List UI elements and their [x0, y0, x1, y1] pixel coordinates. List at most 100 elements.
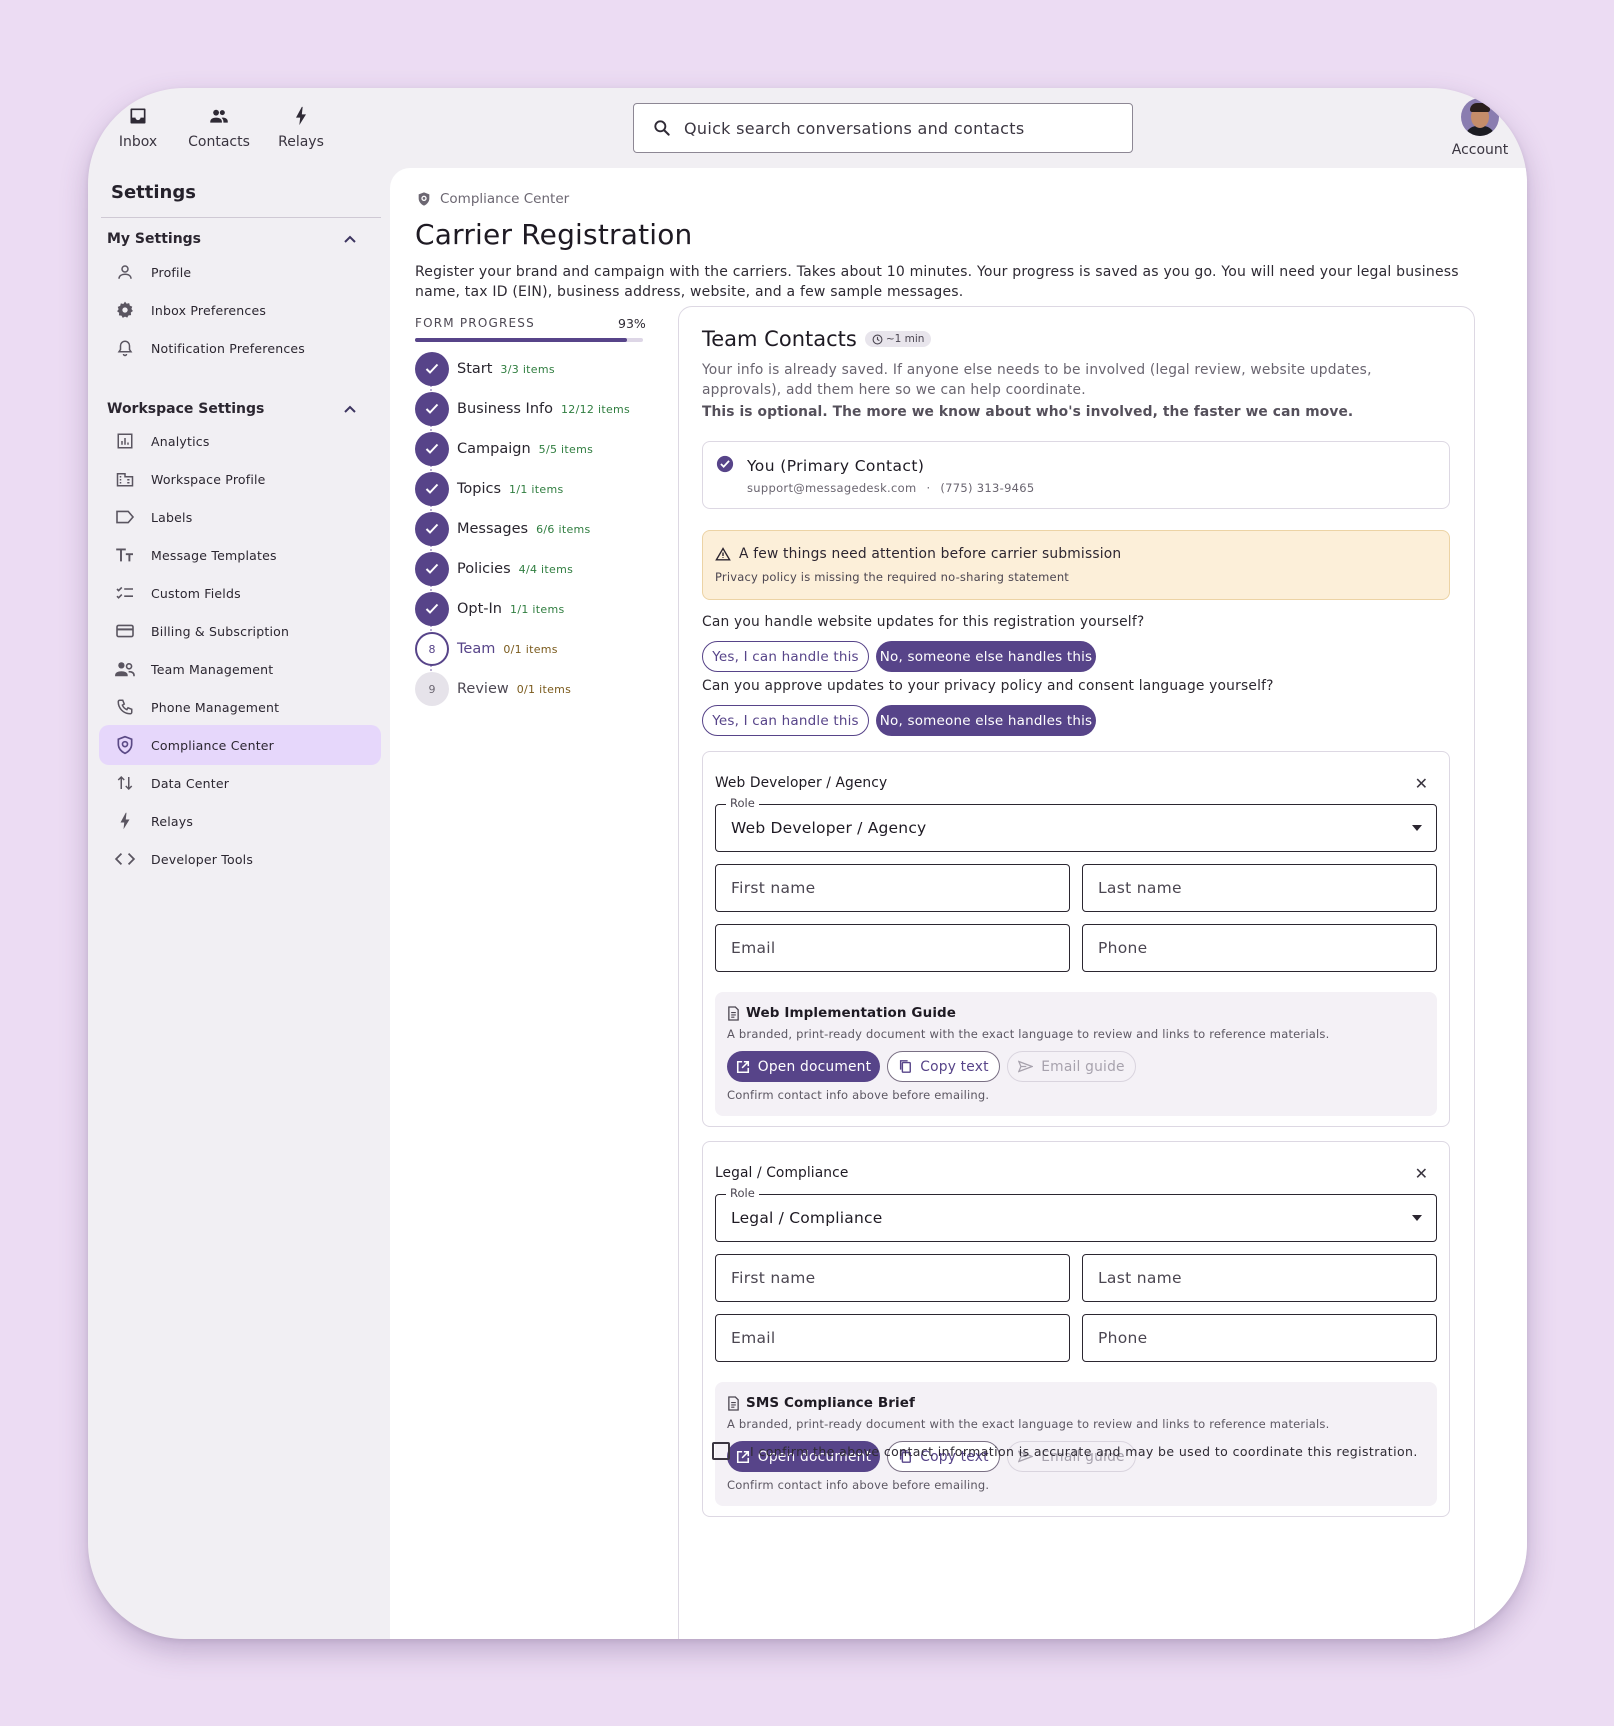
sidebar-item-compliance-center[interactable]: Compliance Center	[99, 725, 381, 765]
role-select[interactable]: Role Legal / Compliance	[715, 1186, 1437, 1242]
inbox-icon	[130, 108, 146, 124]
last-name-field[interactable]: Last name	[1082, 1254, 1437, 1302]
sidebar-item-data-center[interactable]: Data Center	[99, 763, 381, 803]
website-yes-button[interactable]: Yes, I can handle this	[702, 641, 869, 672]
email-guide-label: Email guide	[1041, 1058, 1125, 1075]
sidebar-item-relays[interactable]: Relays	[99, 801, 381, 841]
sidebar-item-label: Billing & Subscription	[151, 623, 290, 639]
shield-icon	[114, 734, 136, 756]
step-count: 12/12 items	[561, 402, 631, 416]
close-icon[interactable]: ✕	[1415, 774, 1428, 793]
chevron-up-icon[interactable]	[343, 234, 357, 244]
meta-separator: ·	[926, 481, 931, 495]
confirm-checkbox[interactable]	[712, 1442, 730, 1460]
nav-contacts[interactable]: Contacts	[179, 106, 259, 150]
step-review[interactable]: 9 Review 0/1 items	[415, 672, 571, 706]
section-workspace-settings[interactable]: Workspace Settings	[107, 401, 357, 417]
sidebar-item-inbox-preferences[interactable]: Inbox Preferences	[99, 290, 381, 330]
nav-relays-label: Relays	[278, 134, 324, 150]
sidebar-item-labels[interactable]: Labels	[99, 497, 381, 537]
sidebar-item-billing[interactable]: Billing & Subscription	[99, 611, 381, 651]
sidebar-item-profile[interactable]: Profile	[99, 252, 381, 292]
chevron-up-icon[interactable]	[343, 404, 357, 414]
alert-title: A few things need attention before carri…	[715, 546, 1121, 562]
step-count: 1/1 items	[510, 602, 565, 616]
privacy-yes-button[interactable]: Yes, I can handle this	[702, 705, 869, 736]
check-icon	[415, 472, 449, 506]
transfer-icon	[114, 772, 136, 794]
primary-contact-meta: support@messagedesk.com · (775) 313-9465	[747, 481, 1035, 495]
nav-inbox[interactable]: Inbox	[98, 106, 178, 150]
account-label: Account	[1451, 142, 1509, 158]
step-label: Review	[457, 681, 509, 697]
role-value: Legal / Compliance	[731, 1209, 883, 1227]
person-icon	[114, 261, 136, 283]
contacts-icon	[210, 109, 228, 123]
nav-relays[interactable]: Relays	[261, 106, 341, 150]
sidebar-item-phone-management[interactable]: Phone Management	[99, 687, 381, 727]
first-name-field[interactable]: First name	[715, 1254, 1070, 1302]
check-icon	[415, 432, 449, 466]
sidebar-item-message-templates[interactable]: Message Templates	[99, 535, 381, 575]
open-document-label: Open document	[757, 1058, 872, 1075]
section-my-settings[interactable]: My Settings	[107, 231, 357, 247]
copy-text-button[interactable]: Copy text	[887, 1051, 1000, 1082]
email-field[interactable]: Email	[715, 1314, 1070, 1362]
sidebar-item-developer-tools[interactable]: Developer Tools	[99, 839, 381, 879]
open-document-button[interactable]: Open document	[727, 1051, 880, 1082]
search-input[interactable]: Quick search conversations and contacts	[633, 103, 1133, 153]
nav-inbox-label: Inbox	[118, 134, 158, 150]
page-title: Carrier Registration	[415, 218, 693, 251]
sidebar-item-label: Notification Preferences	[151, 340, 306, 356]
privacy-no-button[interactable]: No, someone else handles this	[876, 705, 1096, 736]
email-field[interactable]: Email	[715, 924, 1070, 972]
open-external-icon	[736, 1060, 749, 1073]
step-count: 0/1 items	[503, 642, 558, 656]
step-label: Campaign	[457, 441, 531, 457]
document-icon	[728, 1005, 739, 1021]
phone-field[interactable]: Phone	[1082, 924, 1437, 972]
email-guide-button[interactable]: Email guide	[1007, 1051, 1136, 1082]
form-progress-percent: 93%	[618, 316, 646, 331]
sidebar-item-label: Compliance Center	[151, 737, 275, 753]
card-icon	[114, 620, 136, 642]
contact-block-legal: Legal / Compliance ✕ Role Legal / Compli…	[702, 1141, 1450, 1517]
role-select[interactable]: Role Web Developer / Agency	[715, 796, 1437, 852]
step-count: 0/1 items	[516, 682, 572, 696]
sidebar-item-custom-fields[interactable]: Custom Fields	[99, 573, 381, 613]
guide-title-text: SMS Compliance Brief	[746, 1395, 915, 1411]
clock-icon	[872, 334, 883, 344]
sidebar-item-analytics[interactable]: Analytics	[99, 421, 381, 461]
sidebar-item-notification-preferences[interactable]: Notification Preferences	[99, 328, 381, 368]
step-business-info[interactable]: Business Info 12/12 items	[415, 392, 630, 426]
step-campaign[interactable]: Campaign 5/5 items	[415, 432, 593, 466]
question-website: Can you handle website updates for this …	[702, 614, 1145, 630]
breadcrumb[interactable]: Compliance Center	[416, 191, 569, 207]
form-progress-bar	[415, 338, 643, 342]
first-name-field[interactable]: First name	[715, 864, 1070, 912]
role-legend: Role	[726, 796, 759, 810]
step-topics[interactable]: Topics 1/1 items	[415, 472, 564, 506]
role-value: Web Developer / Agency	[731, 819, 927, 837]
sidebar-item-workspace-profile[interactable]: Workspace Profile	[99, 459, 381, 499]
step-team[interactable]: 8 Team 0/1 items	[415, 632, 558, 666]
close-icon[interactable]: ✕	[1415, 1164, 1428, 1183]
bolt-icon	[114, 810, 136, 832]
step-policies[interactable]: Policies 4/4 items	[415, 552, 573, 586]
sidebar-item-label: Message Templates	[151, 547, 277, 563]
guide-title: SMS Compliance Brief	[727, 1395, 915, 1411]
website-no-button[interactable]: No, someone else handles this	[876, 641, 1096, 672]
sidebar-item-label: Inbox Preferences	[151, 302, 267, 318]
breadcrumb-label: Compliance Center	[440, 191, 570, 207]
warning-alert: A few things need attention before carri…	[702, 530, 1450, 600]
step-start[interactable]: Start 3/3 items	[415, 352, 555, 386]
form-progress-label: FORM PROGRESS	[415, 316, 535, 330]
last-name-field[interactable]: Last name	[1082, 864, 1437, 912]
step-messages[interactable]: Messages 6/6 items	[415, 512, 591, 546]
alert-body: Privacy policy is missing the required n…	[715, 570, 1070, 584]
sidebar-item-team-management[interactable]: Team Management	[99, 649, 381, 689]
account-menu[interactable]: Account	[1440, 98, 1520, 158]
sidebar-item-label: Developer Tools	[151, 851, 254, 867]
step-opt-in[interactable]: Opt-In 1/1 items	[415, 592, 565, 626]
phone-field[interactable]: Phone	[1082, 1314, 1437, 1362]
